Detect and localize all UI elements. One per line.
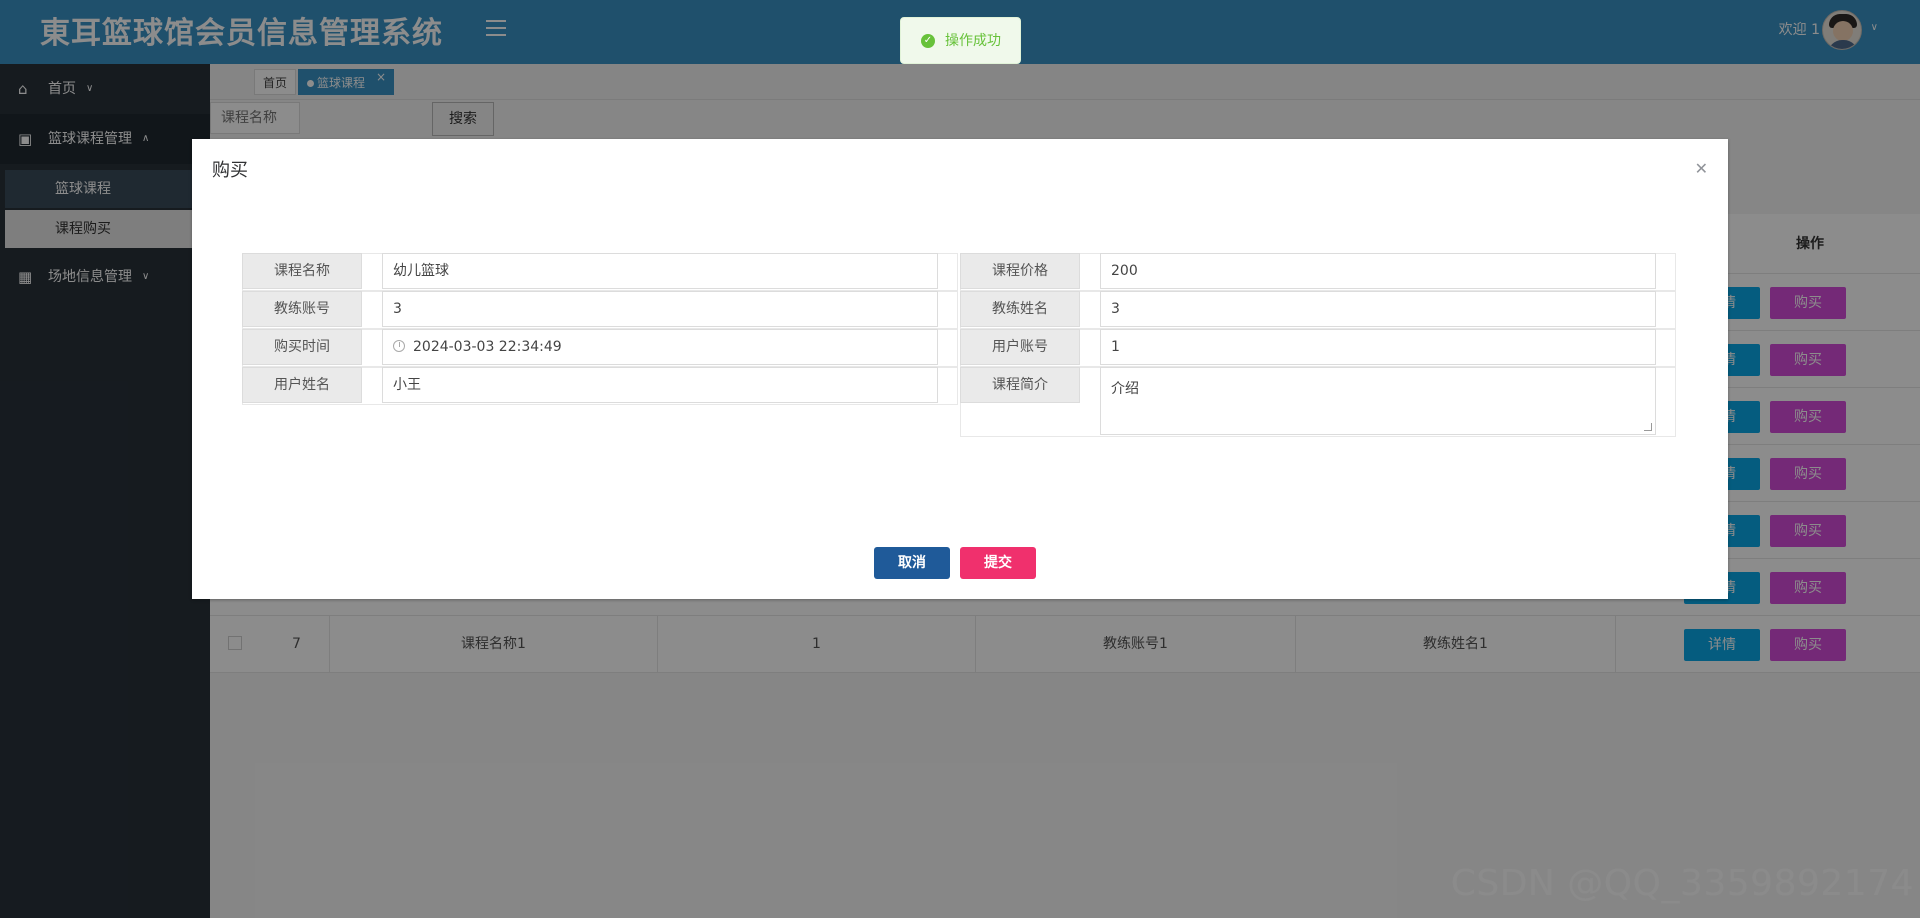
course-name-input[interactable]: 幼儿篮球 [382, 253, 938, 289]
success-toast: ✓ 操作成功 [900, 17, 1021, 64]
field-label: 课程价格 [960, 253, 1080, 289]
field-label: 课程名称 [242, 253, 362, 289]
field-label: 用户姓名 [242, 367, 362, 403]
toast-message: 操作成功 [945, 33, 1001, 49]
course-intro-value: 介绍 [1111, 381, 1139, 397]
user-account-input[interactable]: 1 [1100, 329, 1656, 365]
coach-name-input[interactable]: 3 [1100, 291, 1656, 327]
purchase-time-picker[interactable]: 2024-03-03 22:34:49 [382, 329, 938, 365]
dialog-title: 购买 [212, 160, 248, 181]
field-label: 教练账号 [242, 291, 362, 327]
course-intro-textarea[interactable]: 介绍 [1100, 367, 1656, 435]
field-label: 购买时间 [242, 329, 362, 365]
clock-icon [393, 340, 405, 352]
field-label: 课程简介 [960, 367, 1080, 403]
coach-account-input[interactable]: 3 [382, 291, 938, 327]
field-label: 教练姓名 [960, 291, 1080, 327]
course-price-input[interactable]: 200 [1100, 253, 1656, 289]
user-name-input[interactable]: 小王 [382, 367, 938, 403]
close-icon[interactable]: ✕ [1695, 159, 1708, 179]
cancel-button[interactable]: 取消 [874, 547, 950, 579]
purchase-dialog: 购买 ✕ 课程名称 幼儿篮球 教练账号 3 购买时间 2024-03-03 22… [192, 139, 1728, 599]
check-circle-icon: ✓ [921, 34, 935, 48]
submit-button[interactable]: 提交 [960, 547, 1036, 579]
resize-handle-icon[interactable] [1644, 423, 1652, 431]
purchase-time-value: 2024-03-03 22:34:49 [413, 339, 562, 355]
field-label: 用户账号 [960, 329, 1080, 365]
